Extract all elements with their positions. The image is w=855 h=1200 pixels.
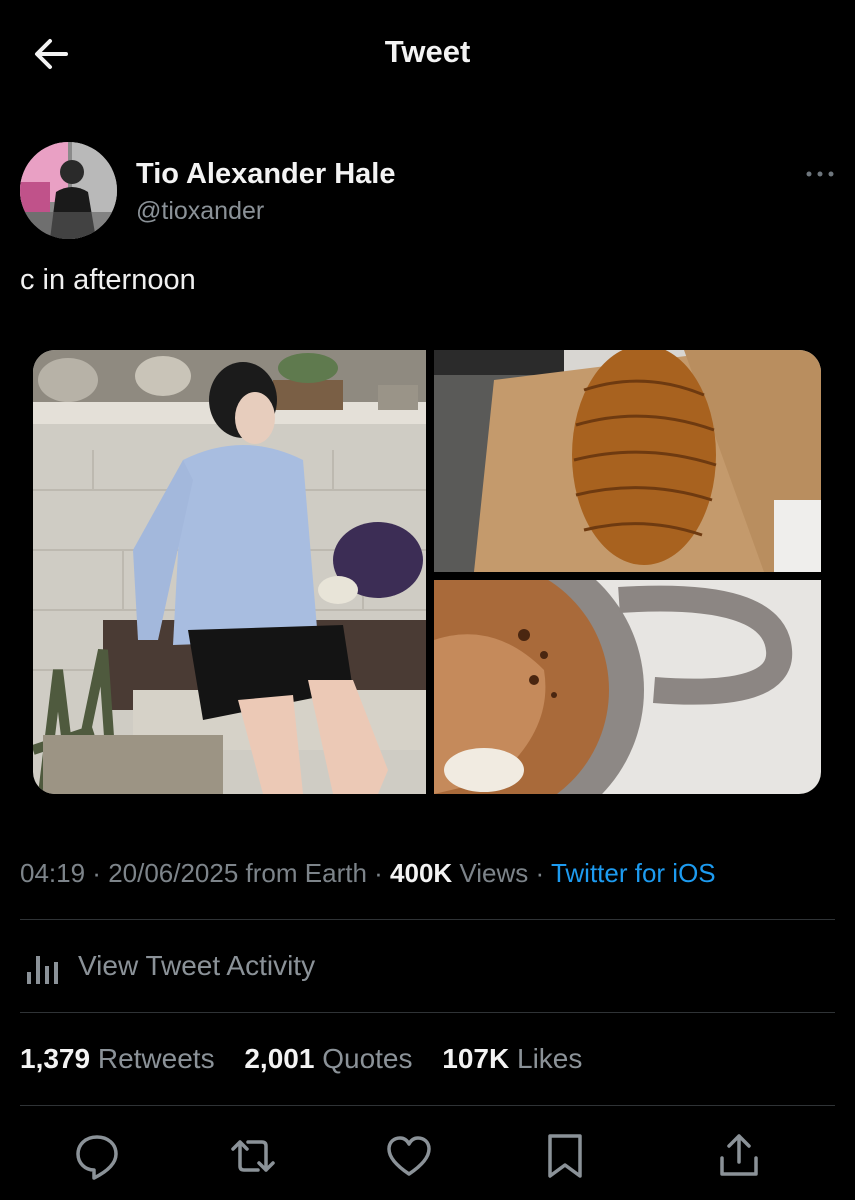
tweet-date: 20/06/2025 [108,858,239,888]
share-icon [720,1134,758,1176]
likes-label[interactable]: Likes [517,1043,582,1074]
tweet-action-bar [0,1128,855,1188]
reply-button[interactable] [72,1128,122,1184]
engagement-stats: 1,379 Retweets 2,001 Quotes 107K Likes [20,1043,604,1075]
divider [20,919,835,920]
like-button[interactable] [384,1128,434,1184]
meta-separator: · [85,858,109,888]
quotes-label[interactable]: Quotes [322,1043,412,1074]
media-grid [33,350,821,794]
retweet-icon [231,1140,275,1172]
author-display-name[interactable]: Tio Alexander Hale [136,158,396,191]
top-bar: Tweet [0,0,855,110]
share-button[interactable] [714,1128,764,1184]
photo-coffee-mug[interactable] [434,580,821,794]
retweets-count[interactable]: 1,379 [20,1043,90,1074]
reply-icon [76,1135,118,1180]
like-icon [387,1136,431,1176]
retweet-button[interactable] [228,1128,278,1184]
meta-separator: · [366,858,391,888]
quotes-count[interactable]: 2,001 [244,1043,314,1074]
tweet-time: 04:19 [20,858,86,888]
view-tweet-activity-button[interactable]: View Tweet Activity [20,940,835,996]
meta-separator: · [528,858,551,888]
more-horizontal-icon [806,171,834,177]
tweet-meta: 04:19 · 20/06/2025 from Earth · 400K Vie… [20,858,716,889]
retweets-label[interactable]: Retweets [98,1043,215,1074]
bookmark-icon [548,1134,582,1178]
page-title: Tweet [384,34,471,69]
bar-chart-icon [27,956,58,984]
photo-man-on-bench[interactable] [33,350,426,794]
likes-count[interactable]: 107K [442,1043,509,1074]
view-tweet-activity-label: View Tweet Activity [78,950,316,981]
tweet-author: Tio Alexander Hale @tioxander [20,142,835,242]
views-label: Views [452,858,529,888]
photo-croissant[interactable] [434,350,821,572]
more-button[interactable] [805,164,835,184]
source-link[interactable]: Twitter for iOS [551,858,716,888]
avatar[interactable] [20,142,117,239]
views-count: 400K [390,858,453,888]
tweet-text: c in afternoon [20,264,196,296]
tweet-location: from Earth [238,858,367,888]
bookmark-button[interactable] [540,1128,590,1184]
avatar-image [20,142,117,239]
author-handle[interactable]: @tioxander [136,197,264,226]
divider [20,1012,835,1013]
divider [20,1105,835,1106]
